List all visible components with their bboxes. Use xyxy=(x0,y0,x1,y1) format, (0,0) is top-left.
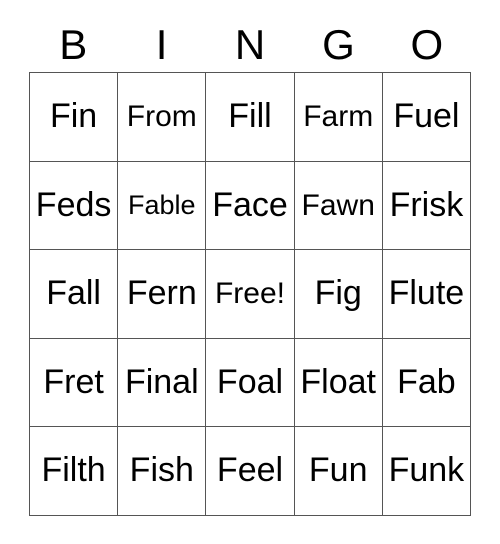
bingo-cell-label: Fret xyxy=(43,362,104,401)
bingo-cell-label: Fern xyxy=(126,274,197,313)
bingo-cell[interactable]: Fig xyxy=(294,250,383,339)
bingo-cell-label: From xyxy=(126,100,197,134)
bingo-cell-label: Free! xyxy=(214,277,285,311)
bingo-cell-label: Filth xyxy=(41,451,106,490)
bingo-cell-label: Flute xyxy=(388,274,465,313)
bingo-cell-label: Frisk xyxy=(389,185,464,224)
bingo-cell[interactable]: Fall xyxy=(30,250,119,339)
bingo-cell[interactable]: Fish xyxy=(118,427,207,516)
bingo-cell[interactable]: Fawn xyxy=(294,161,383,251)
bingo-cell[interactable]: Fab xyxy=(382,338,471,428)
bingo-cell[interactable]: Fuel xyxy=(382,73,471,162)
bingo-cell[interactable]: Face xyxy=(206,161,295,251)
bingo-cell[interactable]: Filth xyxy=(30,427,119,516)
bingo-cell[interactable]: Flute xyxy=(382,250,471,339)
bingo-cell[interactable]: From xyxy=(118,73,207,162)
bingo-cell[interactable]: Fill xyxy=(206,73,295,162)
bingo-cell-label: Face xyxy=(212,185,288,224)
bingo-cell[interactable]: Final xyxy=(118,338,207,428)
bingo-cell[interactable]: Fret xyxy=(30,338,119,428)
bingo-cell-label: Fill xyxy=(228,96,272,135)
bingo-cell-label: Farm xyxy=(303,100,374,134)
bingo-cell[interactable]: Fern xyxy=(118,250,207,339)
bingo-cell-label: Final xyxy=(124,362,199,401)
bingo-cell-free-space[interactable]: Free! xyxy=(206,250,295,339)
bingo-cell-label: Fawn xyxy=(301,188,375,222)
bingo-cell-label: Fish xyxy=(129,451,194,490)
bingo-cell-label: Fall xyxy=(46,274,101,313)
bingo-header-letter-i: I xyxy=(155,21,168,68)
bingo-cell-label: Foal xyxy=(216,362,284,401)
bingo-cell[interactable]: Feel xyxy=(206,427,295,516)
bingo-cell-label: Feel xyxy=(216,451,284,490)
bingo-cell[interactable]: Farm xyxy=(294,73,383,162)
bingo-header-letter-n: N xyxy=(234,21,266,68)
bingo-header-letter-b: B xyxy=(59,21,88,68)
bingo-card: B I N G O Fin From Fill Farm Fuel Feds F… xyxy=(0,0,500,544)
bingo-cell[interactable]: Float xyxy=(294,338,383,428)
bingo-cell-label: Feds xyxy=(35,185,112,224)
bingo-cell-label: Fun xyxy=(308,451,368,490)
bingo-grid: Fin From Fill Farm Fuel Feds Fable Face … xyxy=(29,72,471,516)
bingo-cell[interactable]: Foal xyxy=(206,338,295,428)
bingo-header-letter-g: G xyxy=(322,21,355,68)
bingo-cell-label: Fab xyxy=(397,362,456,401)
bingo-cell[interactable]: Fable xyxy=(118,161,207,251)
bingo-cell-label: Funk xyxy=(388,451,465,490)
bingo-cell[interactable]: Funk xyxy=(382,427,471,516)
bingo-cell[interactable]: Frisk xyxy=(382,161,471,251)
bingo-cell[interactable]: Fun xyxy=(294,427,383,516)
bingo-cell-label: Fin xyxy=(49,96,98,135)
bingo-cell-label: Float xyxy=(300,362,376,401)
bingo-cell-label: Fuel xyxy=(393,96,460,135)
bingo-cell-label: Fig xyxy=(314,274,362,313)
bingo-header-row: B I N G O xyxy=(29,18,471,72)
bingo-header-letter-o: O xyxy=(410,21,444,68)
bingo-cell[interactable]: Fin xyxy=(30,73,119,162)
bingo-cell[interactable]: Feds xyxy=(30,161,119,251)
bingo-cell-label: Fable xyxy=(128,190,196,221)
